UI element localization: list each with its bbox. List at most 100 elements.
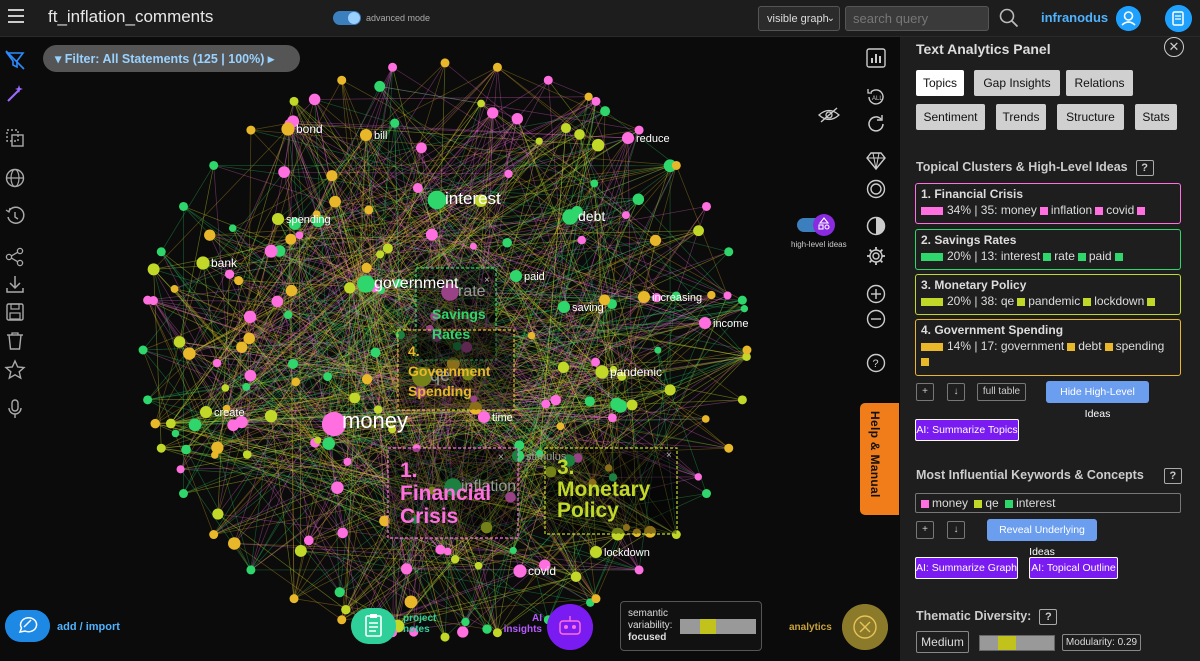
graph-node[interactable] bbox=[323, 372, 333, 382]
graph-node[interactable] bbox=[707, 290, 716, 300]
graph-node[interactable] bbox=[742, 345, 752, 355]
graph-node[interactable] bbox=[209, 530, 219, 540]
graph-node[interactable] bbox=[370, 347, 381, 358]
graph-node[interactable] bbox=[271, 212, 285, 226]
analytics-close-icon[interactable] bbox=[842, 604, 888, 650]
settings-icon[interactable] bbox=[865, 245, 887, 267]
graph-node[interactable] bbox=[701, 489, 711, 499]
magic-wand-icon[interactable] bbox=[4, 83, 26, 105]
graph-node[interactable] bbox=[188, 418, 202, 432]
graph-node[interactable] bbox=[404, 595, 418, 609]
node-label[interactable]: time bbox=[492, 412, 513, 424]
node-label[interactable]: lockdown bbox=[604, 547, 650, 559]
graph-node[interactable] bbox=[228, 537, 241, 550]
graph-node[interactable] bbox=[513, 564, 527, 578]
analytics-label[interactable]: analytics bbox=[789, 622, 832, 633]
graph-node[interactable] bbox=[224, 269, 235, 279]
graph-node[interactable] bbox=[147, 263, 160, 276]
graph-node[interactable] bbox=[156, 443, 166, 453]
eye-off-icon[interactable] bbox=[818, 106, 840, 124]
graph-node[interactable] bbox=[591, 138, 605, 152]
graph-node[interactable] bbox=[150, 418, 160, 429]
graph-node[interactable] bbox=[443, 547, 452, 556]
graph-node[interactable] bbox=[469, 242, 477, 250]
graph-node[interactable] bbox=[179, 489, 189, 499]
node-label[interactable]: pandemic bbox=[610, 365, 662, 379]
graph-node[interactable] bbox=[289, 594, 299, 604]
advanced-mode-toggle[interactable] bbox=[333, 11, 361, 25]
graph-node[interactable] bbox=[294, 545, 307, 557]
node-label[interactable]: government bbox=[374, 275, 459, 292]
graph-node[interactable] bbox=[724, 443, 734, 453]
graph-node[interactable] bbox=[173, 336, 186, 348]
full-table-button[interactable]: full table bbox=[977, 383, 1026, 401]
graph-node[interactable] bbox=[183, 347, 196, 360]
graph-node[interactable] bbox=[278, 166, 290, 178]
graph-node[interactable] bbox=[343, 457, 352, 466]
reveal-ideas-button[interactable]: Reveal Underlying Ideas bbox=[987, 519, 1097, 558]
graph-node[interactable] bbox=[281, 122, 295, 136]
graph-node[interactable] bbox=[246, 125, 256, 135]
graph-node[interactable] bbox=[502, 238, 512, 248]
graph-node[interactable] bbox=[723, 291, 732, 300]
graph-node[interactable] bbox=[236, 341, 248, 353]
graph-node[interactable] bbox=[228, 224, 237, 232]
graph-node[interactable] bbox=[737, 295, 747, 305]
graph-node[interactable] bbox=[242, 450, 252, 459]
graph-node[interactable] bbox=[621, 211, 630, 220]
add-button[interactable]: + bbox=[916, 521, 934, 539]
graph-node[interactable] bbox=[570, 571, 582, 583]
graph-node[interactable] bbox=[143, 295, 153, 305]
graph-node[interactable] bbox=[349, 392, 361, 404]
graph-node[interactable] bbox=[450, 555, 460, 564]
graph-node[interactable] bbox=[637, 290, 651, 304]
search-icon[interactable] bbox=[999, 8, 1019, 28]
add-import-button[interactable] bbox=[5, 610, 50, 642]
user-avatar-icon[interactable] bbox=[1116, 6, 1141, 31]
graph-node[interactable] bbox=[737, 395, 747, 405]
graph-node[interactable] bbox=[595, 365, 609, 379]
graph-node[interactable] bbox=[199, 405, 213, 419]
node-label[interactable]: interest bbox=[445, 189, 501, 208]
filter-pill[interactable]: ▾ Filter: All Statements (125 | 100%) ▸ bbox=[43, 45, 300, 72]
graph-node[interactable] bbox=[179, 201, 189, 211]
graph-node[interactable] bbox=[388, 62, 398, 72]
graph-node[interactable] bbox=[227, 419, 240, 432]
graph-node[interactable] bbox=[591, 357, 601, 367]
graph-node[interactable] bbox=[264, 409, 278, 423]
graph-node[interactable] bbox=[509, 269, 523, 283]
graph-node[interactable] bbox=[221, 384, 230, 392]
graph-node[interactable] bbox=[334, 587, 345, 598]
add-button[interactable]: + bbox=[916, 383, 934, 401]
graph-node[interactable] bbox=[698, 316, 712, 330]
graph-node[interactable] bbox=[359, 128, 373, 142]
graph-node[interactable] bbox=[322, 437, 335, 450]
graph-node[interactable] bbox=[457, 626, 469, 638]
graph-node[interactable] bbox=[243, 310, 257, 324]
node-label[interactable]: bank bbox=[211, 256, 238, 270]
ai-insights-label[interactable]: AI insights bbox=[502, 613, 542, 635]
keyword[interactable]: money bbox=[932, 496, 968, 510]
graph-node[interactable] bbox=[664, 384, 676, 396]
globe-icon[interactable] bbox=[4, 167, 26, 189]
graph-node[interactable] bbox=[344, 282, 356, 294]
graph-node[interactable] bbox=[156, 247, 166, 257]
node-label[interactable]: income bbox=[713, 318, 748, 330]
graph-node[interactable] bbox=[295, 231, 304, 240]
microphone-icon[interactable] bbox=[4, 398, 26, 420]
graph-node[interactable] bbox=[591, 96, 601, 106]
graph-node[interactable] bbox=[357, 275, 375, 293]
download-button[interactable]: ↓ bbox=[947, 521, 965, 539]
filter-off-icon[interactable] bbox=[4, 49, 26, 71]
node-label[interactable]: paid bbox=[524, 271, 545, 283]
graph-node[interactable] bbox=[440, 58, 450, 68]
graph-node[interactable] bbox=[165, 418, 176, 429]
graph-node[interactable] bbox=[574, 129, 585, 140]
hide-ideas-button[interactable]: Hide High-Level Ideas bbox=[1046, 381, 1149, 420]
tab-gap-insights[interactable]: Gap Insights bbox=[974, 70, 1060, 96]
tab-trends[interactable]: Trends bbox=[996, 104, 1046, 130]
graph-node[interactable] bbox=[329, 195, 341, 208]
graph-node[interactable] bbox=[632, 193, 645, 206]
graph-node[interactable] bbox=[584, 396, 595, 407]
graph-node[interactable] bbox=[176, 465, 185, 474]
